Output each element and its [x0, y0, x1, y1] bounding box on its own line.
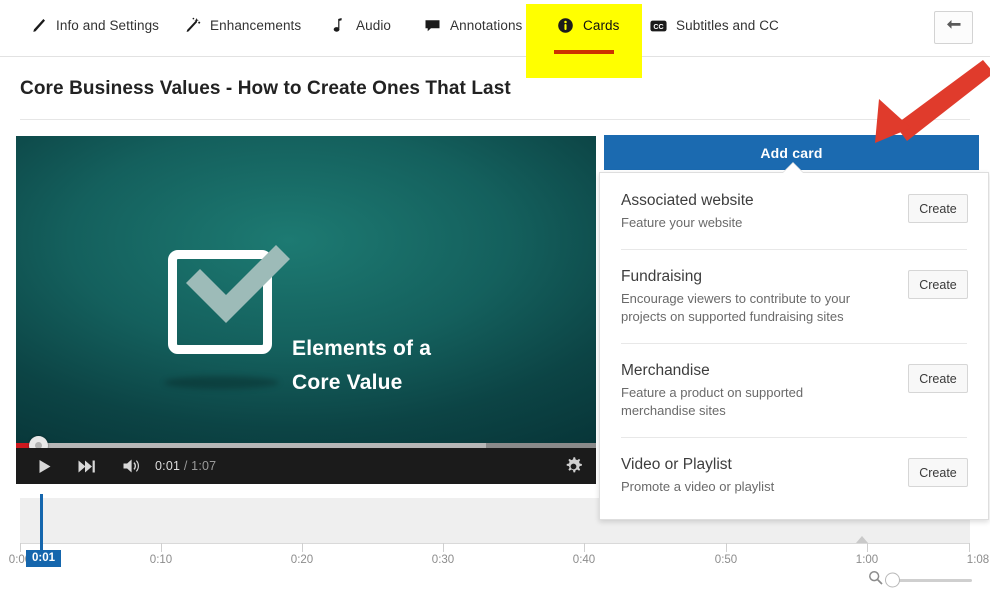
timeline-playhead-label: 0:01 [26, 550, 62, 567]
timeline-tick [726, 543, 727, 552]
tab-label: Subtitles and CC [676, 18, 779, 33]
magic-wand-icon [184, 17, 201, 34]
cards-tab-highlight-annotation [526, 4, 642, 78]
next-track-icon[interactable] [73, 459, 99, 474]
back-button[interactable] [934, 11, 973, 44]
player-control-bar: 0:01 / 1:07 [16, 448, 596, 484]
music-note-icon [330, 17, 347, 34]
play-icon[interactable] [29, 458, 59, 475]
page-title: Core Business Values - How to Create One… [20, 78, 511, 99]
card-type-dropdown-panel: Associated website Feature your website … [599, 172, 989, 520]
time-separator: / [180, 459, 192, 473]
tab-label: Annotations [450, 18, 523, 33]
cards-tab-underline-annotation [554, 50, 614, 54]
slide-heading-line2: Core Value [292, 371, 403, 394]
red-arrow-annotation [855, 55, 990, 145]
tab-label: Enhancements [210, 18, 302, 33]
timeline-axis [20, 543, 970, 544]
tab-subtitles-and-cc[interactable]: CC Subtitles and CC [650, 17, 779, 34]
create-button[interactable]: Create [908, 364, 968, 393]
card-type-description: Encourage viewers to contribute to your … [621, 291, 851, 324]
timeline-zoom-control [868, 570, 972, 590]
back-arrow-icon [945, 18, 963, 37]
editor-tab-bar: Info and Settings Enhancements Audio Ann… [0, 0, 990, 78]
timeline-tick-label: 0:30 [431, 554, 455, 566]
tab-cards[interactable]: Cards [557, 17, 620, 34]
create-button[interactable]: Create [908, 458, 968, 487]
card-type-title: Merchandise [621, 362, 710, 379]
tab-label: Info and Settings [56, 18, 160, 33]
card-type-description: Feature a product on supported merchandi… [621, 385, 804, 418]
card-type-text: Fundraising Encourage viewers to contrib… [621, 267, 908, 326]
create-button[interactable]: Create [908, 270, 968, 299]
timeline-tick [867, 543, 868, 552]
card-type-text: Video or Playlist Promote a video or pla… [621, 455, 908, 496]
timeline-tick [161, 543, 162, 552]
info-circle-icon [557, 17, 574, 34]
card-type-text: Merchandise Feature a product on support… [621, 361, 908, 420]
timeline-tick-label: 0:20 [290, 554, 314, 566]
tab-audio[interactable]: Audio [330, 17, 391, 34]
timeline-tick-label: 0:40 [572, 554, 596, 566]
slide-heading-line1: Elements of a [292, 337, 432, 360]
card-type-associated-website[interactable]: Associated website Feature your website … [600, 173, 988, 249]
video-frame-background [16, 136, 596, 484]
timeline-tick [584, 543, 585, 552]
panel-caret [782, 163, 804, 174]
zoom-slider-handle[interactable] [885, 572, 900, 588]
card-type-fundraising[interactable]: Fundraising Encourage viewers to contrib… [600, 249, 988, 343]
time-display: 0:01 / 1:07 [155, 459, 216, 473]
gear-icon[interactable] [562, 455, 584, 477]
card-type-text: Associated website Feature your website [621, 191, 908, 232]
tab-label: Audio [356, 18, 392, 33]
current-time: 0:01 [155, 459, 181, 473]
timeline-tick-label: 0:50 [714, 554, 738, 566]
create-button[interactable]: Create [908, 194, 968, 223]
video-manager-page: Info and Settings Enhancements Audio Ann… [0, 0, 990, 593]
card-type-merchandise[interactable]: Merchandise Feature a product on support… [600, 343, 988, 437]
video-player[interactable]: Elements of a Core Value 0:01 / 1:07 [16, 136, 596, 484]
timeline-tick [302, 543, 303, 552]
pencil-icon [30, 17, 47, 34]
timeline-playhead[interactable] [40, 494, 43, 550]
card-type-description: Promote a video or playlist [621, 479, 775, 494]
tab-label: Cards [583, 18, 620, 33]
timeline-tick [20, 543, 21, 552]
title-divider [20, 119, 970, 120]
timeline-section-marker[interactable] [856, 536, 868, 543]
timeline-tick [443, 543, 444, 552]
card-type-video-or-playlist[interactable]: Video or Playlist Promote a video or pla… [600, 437, 988, 513]
speech-bubble-icon [424, 17, 441, 34]
card-type-title: Associated website [621, 192, 754, 209]
checkmark-graphic [180, 231, 300, 351]
tab-enhancements[interactable]: Enhancements [184, 17, 301, 34]
graphic-drop-shadow [164, 376, 279, 389]
timeline-tick-label: 1:08 [966, 554, 990, 566]
timeline-tick-label: 0:10 [149, 554, 173, 566]
card-type-description: Feature your website [621, 215, 743, 230]
total-time: 1:07 [191, 459, 217, 473]
zoom-slider[interactable] [885, 572, 972, 588]
tab-info-and-settings[interactable]: Info and Settings [30, 17, 159, 34]
card-type-title: Fundraising [621, 268, 702, 285]
volume-icon[interactable] [119, 458, 145, 474]
timeline-tick [969, 543, 970, 552]
svg-text:CC: CC [653, 22, 663, 30]
tab-annotations[interactable]: Annotations [424, 17, 522, 34]
slide-heading: Elements of a Core Value [292, 332, 431, 400]
timeline-tick-label: 1:00 [855, 554, 879, 566]
magnifier-icon[interactable] [868, 570, 883, 590]
cc-icon: CC [650, 17, 667, 34]
card-type-title: Video or Playlist [621, 456, 732, 473]
